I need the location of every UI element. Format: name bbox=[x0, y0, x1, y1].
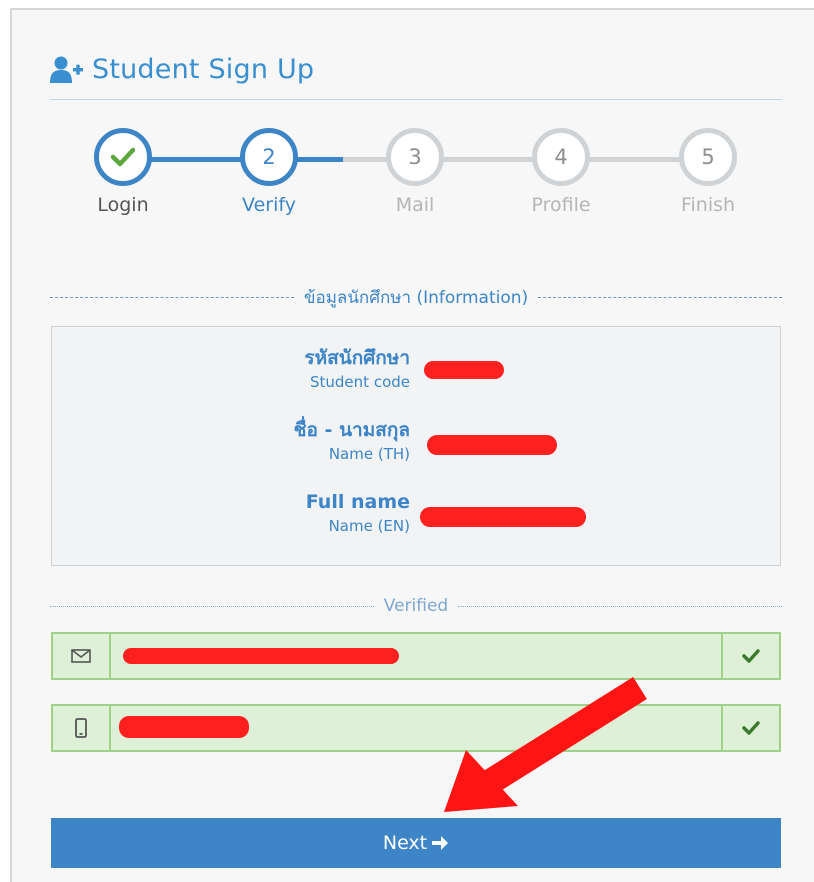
email-addon bbox=[53, 634, 111, 678]
redacted-name-th bbox=[427, 435, 557, 455]
step-mail: 3 Mail bbox=[355, 128, 475, 216]
step-circle: 5 bbox=[679, 128, 737, 186]
phone-verified-status bbox=[721, 706, 779, 750]
redacted-student-code bbox=[424, 361, 504, 379]
step-circle: 4 bbox=[532, 128, 590, 186]
left-margin bbox=[0, 0, 10, 882]
redacted-phone bbox=[119, 716, 249, 738]
step-profile: 4 Profile bbox=[501, 128, 621, 216]
email-verified-status bbox=[721, 634, 779, 678]
phone-addon bbox=[53, 706, 111, 750]
step-verify: 2 Verify bbox=[209, 128, 329, 216]
information-divider: ข้อมูลนักศึกษา (Information) bbox=[50, 284, 782, 311]
step-login: Login bbox=[63, 128, 183, 216]
student-code-label: รหัสนักศึกษา bbox=[304, 347, 410, 369]
progress-stepper: Login 2 Verify 3 Mail 4 Profile 5 Finish bbox=[50, 128, 782, 238]
next-button-label: Next bbox=[382, 832, 428, 854]
user-plus-icon bbox=[50, 56, 83, 83]
arrow-right-icon bbox=[432, 836, 449, 850]
name-th-label: ชื่อ - นามสกุล bbox=[293, 419, 410, 441]
redacted-email bbox=[123, 648, 399, 664]
student-info-box: รหัสนักศึกษา Student code ชื่อ - นามสกุล… bbox=[51, 326, 781, 566]
name-en-label: Full name bbox=[305, 491, 410, 513]
step-label: Verify bbox=[242, 194, 296, 216]
envelope-icon bbox=[71, 649, 91, 663]
step-circle: 2 bbox=[240, 128, 298, 186]
page-title: Student Sign Up bbox=[92, 54, 315, 85]
verified-heading: Verified bbox=[383, 596, 449, 616]
step-circle: 3 bbox=[386, 128, 444, 186]
name-en-row: Full name Name (EN) bbox=[306, 489, 410, 537]
name-th-sublabel: Name (TH) bbox=[328, 445, 410, 463]
check-icon bbox=[742, 721, 760, 735]
next-button[interactable]: Next bbox=[51, 818, 781, 868]
annotation-arrow-icon bbox=[444, 676, 647, 812]
step-label: Finish bbox=[680, 194, 736, 216]
name-th-row: ชื่อ - นามสกุล Name (TH) bbox=[294, 417, 410, 465]
student-code-sublabel: Student code bbox=[310, 373, 410, 391]
step-label: Profile bbox=[531, 194, 591, 216]
page-header: Student Sign Up bbox=[50, 52, 782, 100]
name-en-sublabel: Name (EN) bbox=[328, 517, 410, 535]
redacted-name-en bbox=[420, 507, 586, 527]
step-finish: 5 Finish bbox=[648, 128, 768, 216]
step-label: Login bbox=[97, 194, 149, 216]
step-label: Mail bbox=[395, 194, 435, 216]
mobile-phone-icon bbox=[75, 718, 87, 738]
student-code-row: รหัสนักศึกษา Student code bbox=[304, 345, 410, 393]
step-circle bbox=[94, 128, 152, 186]
information-heading: ข้อมูลนักศึกษา (Information) bbox=[303, 288, 529, 308]
check-icon bbox=[111, 147, 135, 167]
verified-divider: Verified bbox=[50, 596, 783, 616]
check-icon bbox=[742, 649, 760, 663]
